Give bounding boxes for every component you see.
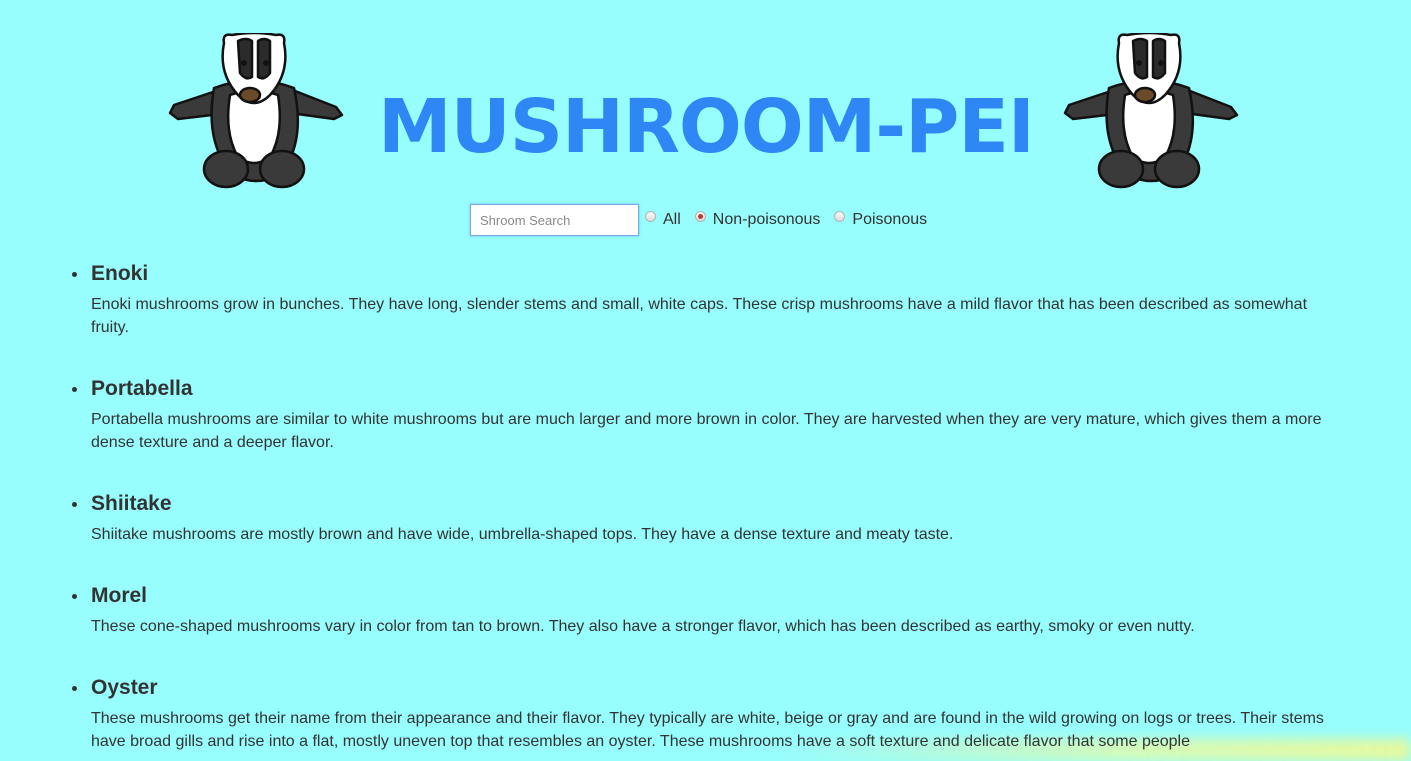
list-bullet	[72, 272, 77, 277]
mushroom-name: Enoki	[91, 262, 149, 285]
radio-all-label[interactable]: All	[663, 211, 681, 229]
mushroom-list: Enoki Enoki mushrooms grow in bunches. T…	[72, 258, 1332, 752]
radio-all[interactable]	[645, 210, 656, 222]
search-controls: All Non-poisonous Poisonous	[470, 204, 941, 236]
page-header: MUSHROOM-PEDIA	[0, 28, 1411, 193]
shroom-search-input[interactable]	[470, 204, 639, 236]
filter-radio-group: All Non-poisonous Poisonous	[645, 210, 941, 229]
radio-non-poisonous-label[interactable]: Non-poisonous	[713, 211, 821, 229]
list-item: Enoki Enoki mushrooms grow in bunches. T…	[72, 258, 1332, 373]
mushroom-description: These cone-shaped mushrooms vary in colo…	[91, 618, 1195, 635]
badger-mascot-right	[1063, 33, 1239, 189]
list-bullet	[72, 594, 77, 599]
mushroom-description: Enoki mushrooms grow in bunches. They ha…	[91, 296, 1308, 336]
mushroom-description: These mushrooms get their name from thei…	[91, 710, 1324, 750]
site-logo: MUSHROOM-PEDIA	[378, 84, 1028, 160]
mushroom-description: Portabella mushrooms are similar to whit…	[91, 411, 1322, 451]
list-item: Morel These cone-shaped mushrooms vary i…	[72, 580, 1332, 672]
radio-poisonous[interactable]	[834, 210, 846, 222]
mushroom-name: Oyster	[91, 676, 158, 699]
list-bullet	[72, 387, 77, 392]
list-bullet	[72, 502, 77, 507]
mushroom-description: Shiitake mushrooms are mostly brown and …	[91, 526, 954, 543]
list-bullet	[72, 686, 77, 691]
badger-mascot-left	[168, 33, 344, 189]
radio-poisonous-label[interactable]: Poisonous	[852, 211, 927, 229]
list-item: Shiitake Shiitake mushrooms are mostly b…	[72, 488, 1332, 580]
mushroom-name: Shiitake	[91, 492, 172, 515]
list-item: Oyster These mushrooms get their name fr…	[72, 672, 1332, 752]
mushroom-name: Morel	[91, 584, 148, 607]
list-item: Portabella Portabella mushrooms are simi…	[72, 373, 1332, 488]
logo-text: MUSHROOM-PEDIA	[378, 84, 1028, 160]
radio-non-poisonous[interactable]	[694, 210, 706, 222]
mushroom-name: Portabella	[91, 377, 193, 400]
